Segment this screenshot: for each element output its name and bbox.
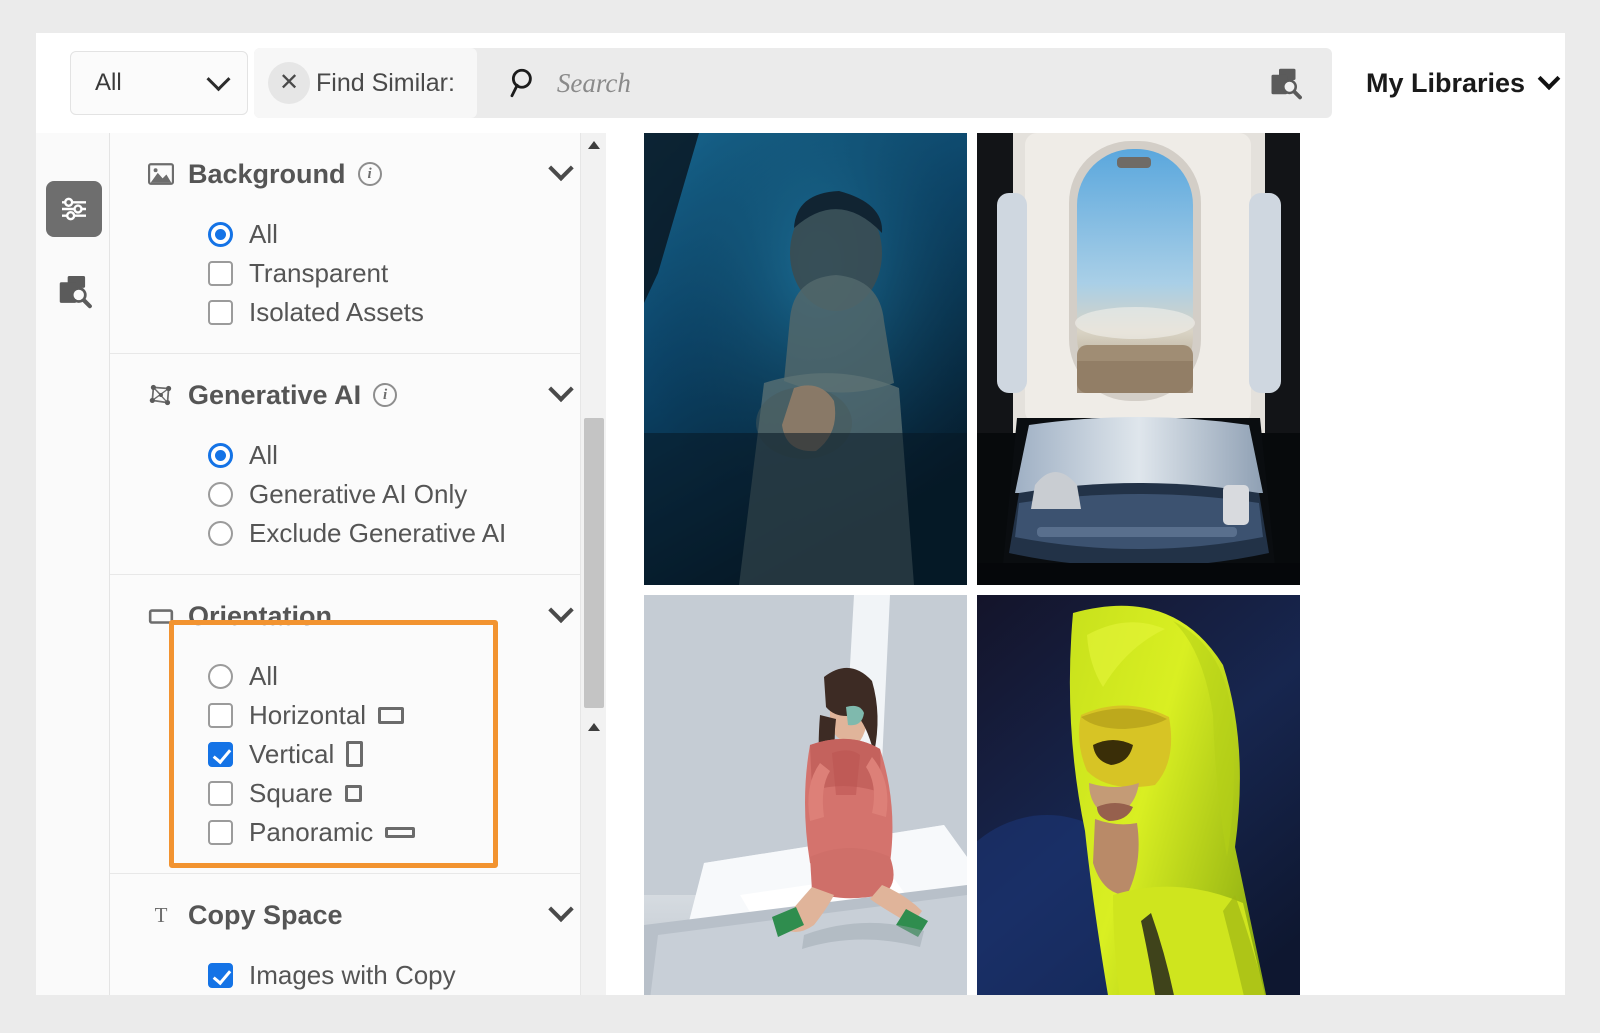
search-icon (507, 66, 541, 100)
chevron-down-icon[interactable] (548, 597, 574, 624)
result-tile[interactable] (977, 595, 1300, 995)
option-orientation-horizontal[interactable]: Horizontal (208, 696, 606, 734)
section-header-copy-space[interactable]: T Copy Space (146, 874, 606, 956)
checkbox-orientation-horizontal[interactable] (208, 702, 233, 728)
section-header-orientation[interactable]: Orientation (146, 575, 606, 657)
option-label: Vertical (249, 738, 335, 769)
checkbox-background-transparent[interactable] (208, 260, 233, 286)
option-background-transparent[interactable]: Transparent (208, 254, 606, 292)
square-shape-icon (344, 784, 362, 802)
option-label: Images with Copy (249, 959, 456, 990)
option-orientation-vertical[interactable]: Vertical (208, 735, 606, 773)
option-label: Isolated Assets (249, 296, 424, 327)
checkbox-background-isolated-assets[interactable] (208, 299, 233, 325)
horizontal-shape-icon (378, 706, 405, 724)
chevron-down-icon (1537, 67, 1561, 91)
option-label: Generative AI Only (249, 478, 468, 509)
option-orientation-panoramic[interactable]: Panoramic (208, 813, 606, 851)
section-options-generative-ai: All Generative AI Only Exclude Generativ… (146, 436, 606, 574)
filters-icon[interactable] (46, 181, 102, 237)
radio-background-all[interactable] (208, 221, 233, 247)
find-similar-chip[interactable]: ✕ Find Similar: (254, 48, 477, 118)
filter-section-orientation: Orientation All Horizontal Vertical Squa… (110, 575, 606, 874)
radio-orientation-all[interactable] (208, 663, 233, 689)
rectangle-icon (146, 606, 176, 626)
image-search-icon[interactable] (1266, 65, 1304, 101)
option-label: Transparent (249, 257, 389, 288)
chevron-down-icon (206, 66, 231, 91)
panoramic-shape-icon (385, 826, 416, 838)
filter-panel-scrollbar[interactable] (580, 133, 606, 995)
search-bar[interactable]: ✕ Find Similar: Search (254, 48, 1332, 118)
section-header-background[interactable]: Background i (146, 133, 606, 215)
vertical-shape-icon (346, 741, 364, 767)
top-search-bar: All ✕ Find Similar: Search My Libraries (36, 33, 1565, 133)
network-nodes-icon (146, 382, 176, 408)
category-dropdown-value: All (95, 69, 122, 96)
option-background-all[interactable]: All (208, 215, 606, 253)
option-label: Square (249, 777, 333, 808)
chevron-down-icon[interactable] (548, 896, 574, 923)
results-grid-area (606, 133, 1565, 995)
visual-search-icon[interactable] (46, 263, 102, 319)
option-genai-exclude[interactable]: Exclude Generative AI (208, 514, 606, 552)
radio-genai-exclude[interactable] (208, 520, 233, 546)
info-icon[interactable]: i (357, 162, 382, 186)
search-input[interactable]: Search (557, 68, 631, 99)
result-tile[interactable] (977, 133, 1300, 585)
section-options-orientation: All Horizontal Vertical Square Panoramic (146, 657, 606, 873)
find-similar-label: Find Similar: (316, 68, 455, 97)
close-icon[interactable]: ✕ (268, 62, 310, 104)
svg-text:T: T (155, 903, 168, 927)
category-dropdown[interactable]: All (70, 51, 248, 115)
checkbox-orientation-square[interactable] (208, 780, 233, 806)
my-libraries-label: My Libraries (1366, 67, 1526, 98)
option-background-isolated-assets[interactable]: Isolated Assets (208, 293, 606, 331)
section-title: Background (188, 158, 346, 189)
section-options-copy-space: Images with Copy (146, 956, 606, 995)
caret-up-icon[interactable] (588, 723, 600, 731)
filter-section-generative-ai: Generative AI i All Generative AI Only E… (110, 354, 606, 575)
filter-section-background: Background i All Transparent Isolated As… (110, 133, 606, 354)
option-label: All (249, 439, 278, 470)
results-grid (644, 133, 1565, 995)
radio-genai-all[interactable] (208, 442, 233, 468)
option-images-with-copy[interactable]: Images with Copy (208, 956, 606, 994)
option-orientation-square[interactable]: Square (208, 774, 606, 812)
application-window: All ✕ Find Similar: Search My Libraries … (36, 33, 1565, 995)
scrollbar-thumb[interactable] (584, 418, 604, 708)
result-tile[interactable] (644, 595, 967, 995)
option-orientation-all[interactable]: All (208, 657, 606, 695)
radio-genai-only[interactable] (208, 481, 233, 507)
option-label: All (249, 660, 278, 691)
left-icon-rail (36, 133, 110, 995)
caret-up-icon[interactable] (588, 141, 600, 149)
filter-panel: Background i All Transparent Isolated As… (110, 133, 606, 995)
text-t-icon: T (146, 903, 176, 927)
option-label: Panoramic (249, 816, 374, 847)
checkbox-orientation-vertical[interactable] (208, 741, 233, 767)
section-title: Copy Space (188, 899, 343, 930)
my-libraries-button[interactable]: My Libraries (1366, 67, 1561, 99)
result-tile[interactable] (644, 133, 967, 585)
checkbox-orientation-panoramic[interactable] (208, 819, 233, 845)
section-options-background: All Transparent Isolated Assets (146, 215, 606, 353)
option-genai-all[interactable]: All (208, 436, 606, 474)
option-label: Exclude Generative AI (249, 517, 507, 548)
chevron-down-icon[interactable] (548, 155, 574, 182)
chevron-down-icon[interactable] (548, 376, 574, 403)
info-icon[interactable]: i (373, 383, 398, 407)
filter-section-copy-space: T Copy Space Images with Copy (110, 874, 606, 995)
section-title: Generative AI (188, 379, 362, 410)
image-icon (146, 163, 176, 185)
option-label: All (249, 218, 278, 249)
option-label: Horizontal (249, 699, 367, 730)
section-title: Orientation (188, 600, 333, 631)
section-header-generative-ai[interactable]: Generative AI i (146, 354, 606, 436)
option-genai-only[interactable]: Generative AI Only (208, 475, 606, 513)
checkbox-images-with-copy[interactable] (208, 962, 233, 988)
